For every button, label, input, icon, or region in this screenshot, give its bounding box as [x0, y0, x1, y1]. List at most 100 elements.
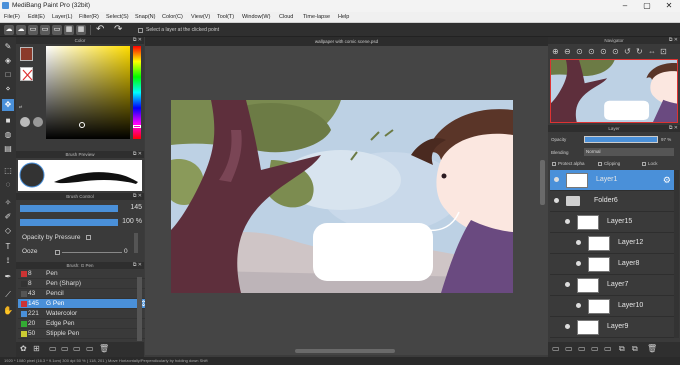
brush-add-icon[interactable]: ⊞ — [33, 344, 40, 353]
brush-tool-icon[interactable]: ✎ — [2, 41, 14, 53]
brush-settings-icon[interactable]: ✿ — [20, 344, 27, 353]
document-tab[interactable]: wallpaper with comic scene.psd — [145, 37, 548, 46]
layer-visibility-icon[interactable] — [554, 198, 559, 203]
menu-layer[interactable]: Layer(L) — [52, 14, 72, 20]
menu-filter[interactable]: Filter(R) — [79, 14, 99, 20]
close-icon[interactable]: ✕ — [658, 0, 680, 12]
menu-edit[interactable]: Edit(E) — [28, 14, 45, 20]
brush-size-value[interactable]: 145 — [120, 204, 142, 213]
brush-import-icon[interactable]: ▭ — [49, 344, 57, 353]
reset-view-icon[interactable]: ⊡ — [660, 47, 667, 56]
fill-rect-icon[interactable]: ■ — [2, 115, 14, 127]
lasso-tool-icon[interactable]: ◌ — [2, 179, 14, 191]
grid2-icon[interactable]: ▦ — [76, 25, 86, 35]
layer-row[interactable]: Layer15 — [550, 212, 674, 233]
panel-controls-icon[interactable]: ⧉ ✕ — [133, 193, 142, 199]
canvas-vscrollbar[interactable] — [540, 160, 545, 205]
new-layer-icon[interactable]: ▭ — [552, 344, 560, 353]
opacity-by-pressure-checkbox[interactable] — [86, 235, 91, 240]
layer-row[interactable]: Layer9 — [550, 317, 674, 338]
ooze-checkbox[interactable] — [55, 250, 60, 255]
redo-icon[interactable]: ↷ — [114, 24, 122, 35]
merge-layer-icon[interactable]: ⧉ — [632, 344, 638, 354]
panel-controls-icon[interactable]: ⧉ ✕ — [133, 262, 142, 268]
navigator-thumbnail[interactable] — [550, 59, 678, 123]
layer-row[interactable]: Layer1 ⚙ — [550, 170, 674, 191]
brush-list-item[interactable]: 20 Edge Pen — [18, 319, 151, 329]
zoom-fit-icon[interactable]: ⊙ — [576, 47, 583, 56]
dot-tool-icon[interactable]: ⋄ — [2, 83, 14, 95]
minimize-icon[interactable]: – — [614, 0, 636, 12]
layer-visibility-icon[interactable] — [576, 303, 581, 308]
canvas-hscrollbar[interactable] — [295, 349, 395, 353]
hue-slider-handle[interactable] — [133, 125, 141, 128]
brush-delete-icon[interactable]: 🗑 — [99, 344, 109, 353]
divide-tool-icon[interactable]: ⟋ — [2, 289, 14, 301]
text-tool-icon[interactable]: T — [2, 241, 14, 253]
flip-icon[interactable]: ⇔ — [648, 47, 656, 56]
panel-controls-icon[interactable]: ⧉ ✕ — [669, 125, 678, 131]
saturation-value-picker[interactable] — [46, 46, 130, 139]
layer-row[interactable]: Layer12 — [550, 233, 674, 254]
layer-visibility-icon[interactable] — [565, 282, 570, 287]
gradient-tool-icon[interactable]: ▤ — [2, 143, 14, 155]
lock-checkbox[interactable] — [642, 162, 646, 166]
brush-export-icon[interactable]: ▭ — [61, 344, 69, 353]
brush-size-slider[interactable] — [20, 205, 118, 212]
menu-select[interactable]: Select(S) — [106, 14, 129, 20]
rotate-reset-icon[interactable]: ⊙ — [612, 47, 619, 56]
comment-icon[interactable]: ▭ — [52, 25, 62, 35]
brush-list-item[interactable]: 145 G Pen ⚙ — [18, 299, 151, 309]
magic-wand-icon[interactable]: ✧ — [2, 197, 14, 209]
duplicate-layer-icon[interactable]: ⧉ — [619, 344, 625, 354]
layer-row[interactable]: Layer7 — [550, 275, 674, 296]
brush-list-item[interactable]: 43 Pencil — [18, 289, 151, 299]
menu-cloud[interactable]: Cloud — [279, 14, 293, 20]
panel-controls-icon[interactable]: ⧉ ✕ — [669, 37, 678, 43]
zoom-reset-icon[interactable]: ⊙ — [600, 47, 607, 56]
delete-layer-icon[interactable]: 🗑 — [647, 344, 657, 353]
brush-copy-icon[interactable]: ▭ — [86, 344, 94, 353]
palette-icon[interactable] — [20, 117, 30, 127]
new-file-icon[interactable]: ☁ — [4, 25, 14, 35]
brush-list-item[interactable]: 50 Stipple Pen — [18, 329, 151, 339]
layer-visibility-icon[interactable] — [554, 177, 559, 182]
new-1bit-layer-icon[interactable]: ▭ — [591, 344, 599, 353]
color-picker-handle[interactable] — [79, 122, 85, 128]
brush-control-scrollbar[interactable] — [134, 233, 138, 253]
select-tool-icon[interactable]: ⬚ — [2, 165, 14, 177]
menu-help[interactable]: Help — [338, 14, 349, 20]
shape-tool-icon[interactable]: □ — [2, 69, 14, 81]
panel-controls-icon[interactable]: ⧉ ✕ — [133, 37, 142, 43]
brush-folder-icon[interactable]: ▭ — [73, 344, 81, 353]
brush-list-item[interactable]: 221 Watercolor — [18, 309, 151, 319]
layer-settings-gear-icon[interactable]: ⚙ — [663, 175, 671, 186]
brush-list-scrollbar[interactable] — [137, 277, 142, 341]
clipping-checkbox[interactable] — [598, 162, 602, 166]
hand-tool-icon[interactable]: ✋ — [2, 305, 14, 317]
bucket-tool-icon[interactable]: ◍ — [2, 129, 14, 141]
zoom-out-icon[interactable]: ⊖ — [564, 47, 571, 56]
layer-list-scrollbar[interactable] — [674, 170, 679, 338]
rotate-left-icon[interactable]: ↺ — [624, 47, 631, 56]
layer-row[interactable]: Layer8 — [550, 254, 674, 275]
menu-window[interactable]: Window(W) — [242, 14, 270, 20]
layer-opacity-slider[interactable] — [584, 136, 658, 143]
panel-controls-icon[interactable]: ⧉ ✕ — [133, 151, 142, 157]
new-8bit-layer-icon[interactable]: ▭ — [578, 344, 586, 353]
menu-view[interactable]: View(V) — [191, 14, 210, 20]
eyedropper-icon[interactable]: ✒ — [2, 271, 14, 283]
cloud-icon[interactable]: ☁ — [16, 25, 26, 35]
foreground-color-swatch[interactable] — [20, 47, 33, 61]
maximize-icon[interactable]: ▢ — [636, 0, 658, 12]
blending-select[interactable]: Normal — [584, 148, 674, 156]
layer-row[interactable]: Layer10 — [550, 296, 674, 317]
menu-snap[interactable]: Snap(N) — [135, 14, 155, 20]
menu-file[interactable]: File(F) — [4, 14, 20, 20]
background-color-swatch[interactable] — [20, 67, 33, 81]
artwork-canvas[interactable] — [171, 100, 513, 293]
layer-visibility-icon[interactable] — [565, 324, 570, 329]
ooze-slider[interactable] — [62, 252, 122, 253]
layer-visibility-icon[interactable] — [565, 219, 570, 224]
select-pen-icon[interactable]: ✐ — [2, 211, 14, 223]
